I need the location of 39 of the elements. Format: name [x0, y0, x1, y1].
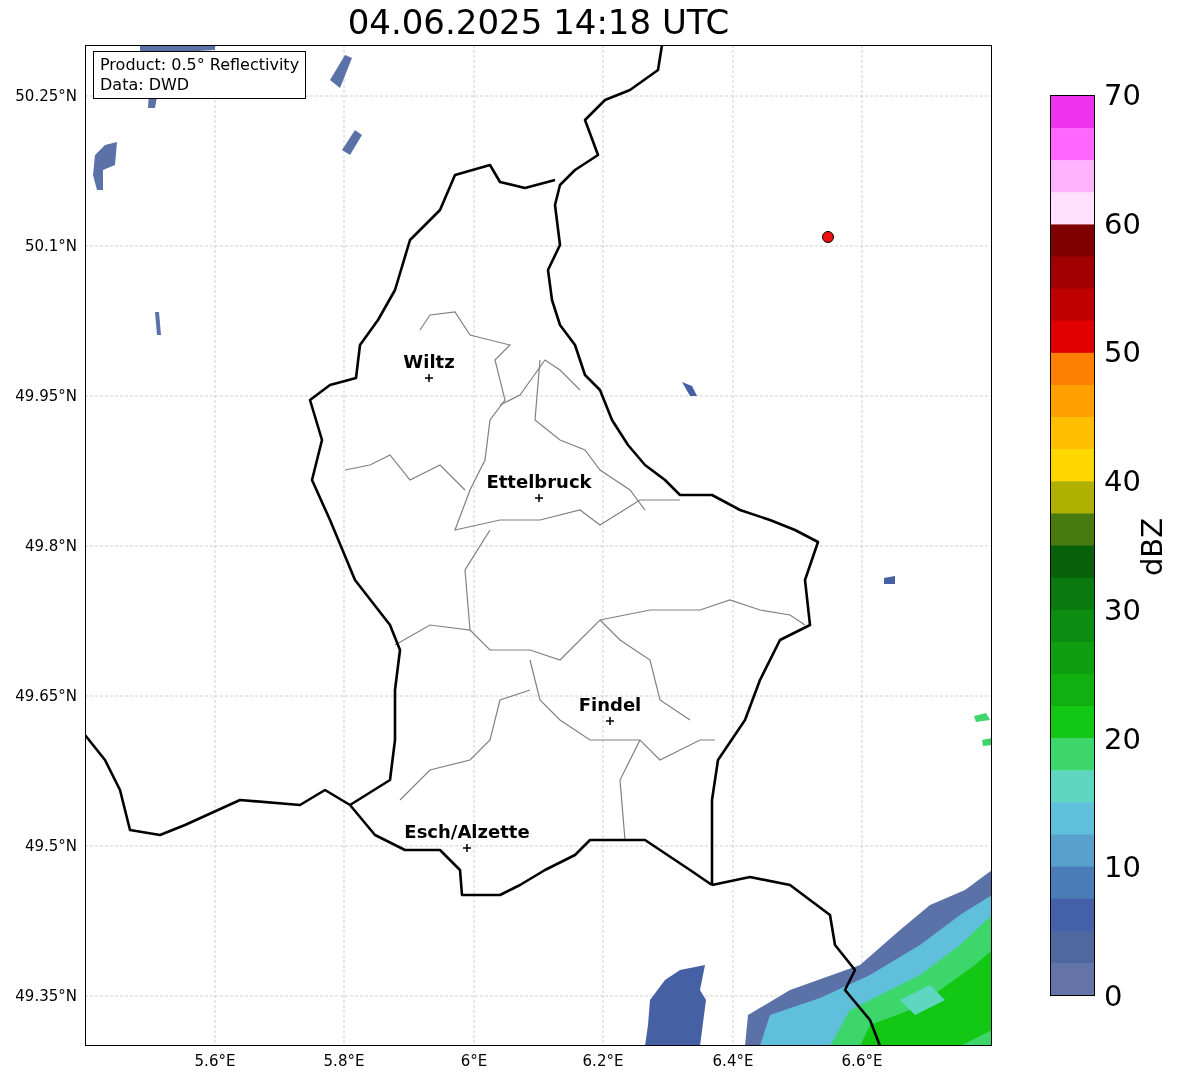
latitude-label: 50.25°N: [15, 87, 77, 105]
info-text: Data: DWD: [100, 75, 191, 95]
colorbar-tick-label: 40: [1104, 464, 1141, 499]
city-marker-icon: [534, 493, 544, 503]
radar-echo-drawing: [155, 312, 161, 335]
city-marker-icon: [605, 716, 615, 726]
colorbar-tick-label: 20: [1104, 721, 1141, 756]
city-marker-icon: [462, 843, 472, 853]
info-text: Product: 0.5° Reflectivity: [100, 55, 300, 75]
radar-echo-drawing: [884, 576, 895, 584]
longitude-label: 6.6°E: [841, 1052, 883, 1070]
longitude-label: 6.4°E: [712, 1052, 754, 1070]
colorbar-label: dBZ: [1135, 517, 1169, 577]
longitude-label: 6.2°E: [582, 1052, 624, 1070]
longitude-label: 5.8°E: [323, 1052, 365, 1070]
latitude-label: 49.5°N: [24, 837, 77, 855]
radar-echo-drawing: [93, 142, 117, 190]
colorbar-tick-label: 60: [1104, 206, 1141, 241]
latitude-label: 50.1°N: [24, 237, 77, 255]
latitude-label: 49.35°N: [15, 987, 77, 1005]
longitude-label: 5.6°E: [194, 1052, 236, 1070]
colorbar-tick-label: 30: [1104, 592, 1141, 627]
colorbar-tick-label: 50: [1104, 335, 1141, 370]
city-label: Ettelbruck: [486, 471, 592, 492]
location-dot-icon: [822, 231, 834, 243]
latitude-label: 49.8°N: [24, 537, 77, 555]
longitude-label: 6°E: [460, 1052, 488, 1070]
city-label: Findel: [578, 694, 642, 715]
chart-title: 04.06.2025 14:18 UTC: [346, 1, 731, 44]
city-marker-icon: [424, 373, 434, 383]
city-label: Esch/Alzette: [404, 821, 530, 842]
latitude-label: 49.65°N: [15, 687, 77, 705]
colorbar-tick-label: 70: [1104, 78, 1141, 112]
city-label: Wiltz: [403, 351, 455, 372]
latitude-label: 49.95°N: [15, 387, 77, 405]
radar-echo-drawing: [682, 382, 697, 396]
radar-echo-drawing: [974, 713, 992, 746]
colorbar-tick-label: 10: [1104, 850, 1141, 885]
colorbar-tick-label: 0: [1104, 979, 1123, 1013]
